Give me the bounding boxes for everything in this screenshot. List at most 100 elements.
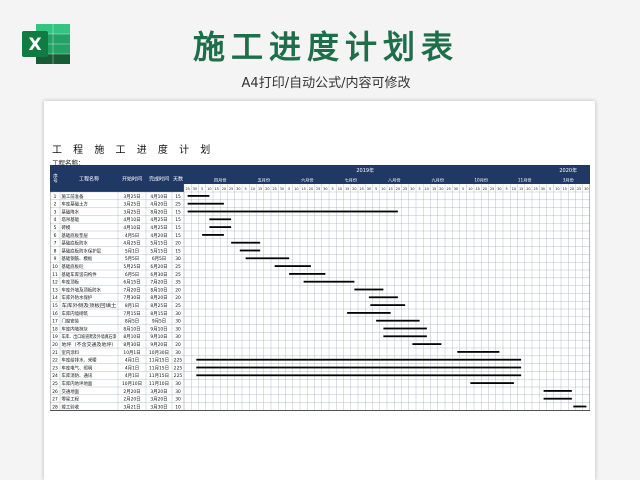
header-month: 四月份 <box>214 177 227 184</box>
gantt-bar <box>412 343 442 345</box>
day-tick: 25 <box>577 187 581 191</box>
table-row: 15 车库外侧及顶板回填土 8月1日 8月25日 25 <box>52 302 181 309</box>
spreadsheet-preview: 工 程 施 工 进 度 计 划 工程名称： 序号 工程名称 开始时间 完成时间 天数 20… <box>44 101 595 480</box>
table-row: 8 基础底板防水保护层 5月1日 5月15日 15 <box>54 247 181 254</box>
row-days: 225 <box>174 358 183 364</box>
row-end: 9月10日 <box>150 326 167 332</box>
table-row: 18 车库内墙抹灰 8月10日 9月10日 30 <box>52 325 181 332</box>
row-days: 20 <box>175 342 181 348</box>
day-tick: 5 <box>419 187 421 191</box>
row-days: 35 <box>175 280 181 286</box>
page-subtitle: A4打印/自动公式/内容可修改 <box>241 76 411 91</box>
row-days: 30 <box>175 381 181 387</box>
table-row: 20 地坪（不含交通及地坪） 8月30日 9月20日 20 <box>52 341 181 348</box>
gantt-bar <box>303 280 355 283</box>
day-tick: 20 <box>483 187 487 191</box>
row-end: 8月20日 <box>150 209 167 215</box>
row-name: 基础底板防水保护层 <box>62 247 102 254</box>
header-month: 七月份 <box>344 177 357 184</box>
row-start: 8月10日 <box>123 326 140 332</box>
day-tick: 15 <box>214 187 218 191</box>
row-start: 3月25日 <box>123 209 140 215</box>
table-row: 2 车库基础土方 3月25日 4月20日 25 <box>54 201 181 208</box>
row-end: 4月25日 <box>150 217 167 223</box>
row-seq: 22 <box>52 358 58 364</box>
gantt-bar <box>209 218 232 221</box>
row-seq: 17 <box>52 319 58 325</box>
row-end: 11月15日 <box>149 358 169 364</box>
day-tick: 10 <box>338 187 342 191</box>
day-tick: 30 <box>323 187 327 191</box>
gantt-bar <box>196 358 522 361</box>
row-days: 25 <box>175 264 181 270</box>
row-days: 20 <box>175 295 181 301</box>
day-tick: 10 <box>381 187 385 191</box>
row-seq: 23 <box>52 365 58 371</box>
day-tick: 5 <box>245 187 247 191</box>
row-seq: 18 <box>52 326 58 332</box>
day-tick: 20 <box>352 187 356 191</box>
row-end: 9月20日 <box>150 342 167 348</box>
table-row: 13 车库外墙及顶板防水 7月20日 8月10日 20 <box>52 286 181 293</box>
day-tick: 5 <box>375 187 377 191</box>
day-tick: 20 <box>439 187 443 191</box>
gantt-bar <box>354 288 384 291</box>
table-row: 17 门窗安装 8月5日 9月5日 30 <box>52 318 181 325</box>
gantt-bar <box>383 327 427 330</box>
row-seq: 2 <box>54 202 57 208</box>
row-end: 4月20日 <box>150 233 167 239</box>
gantt-bar <box>187 202 224 205</box>
row-start: 10月1日 <box>123 350 140 356</box>
row-end: 6月30日 <box>150 272 167 278</box>
row-seq: 4 <box>54 217 57 223</box>
row-end: 10月30日 <box>149 350 169 356</box>
row-name: 车库外墙及顶板防水 <box>62 286 102 293</box>
row-name: 车库消防、通讯 <box>62 372 93 379</box>
table-row: 24 车库消防、通讯 4月1日 11月15日 225 <box>52 372 182 379</box>
row-name: 车库内地坪地面 <box>62 380 93 387</box>
row-days: 225 <box>174 365 183 371</box>
header-start: 开始时间 <box>122 176 142 183</box>
day-tick: 20 <box>309 187 313 191</box>
header-month: 六月份 <box>301 177 314 184</box>
row-end: 3月20日 <box>150 389 167 395</box>
row-start: 3月25日 <box>123 194 140 200</box>
table-header: 序号 工程名称 开始时间 完成时间 天数 2019年 2020年四月份 五月份 六月份 七月份 八月… <box>50 165 590 192</box>
gantt-bar <box>274 265 311 267</box>
row-start: 7月15日 <box>123 311 140 317</box>
row-start: 6月15日 <box>123 280 140 286</box>
row-end: 6月20日 <box>150 264 167 270</box>
row-name: 车库基础土方 <box>62 201 89 208</box>
table-body: 1 施工前准备 3月25日 4月10日 15 2 车库基础土方 3月25日 4月20日 25 3 基础… <box>52 193 182 411</box>
gantt-bar <box>543 397 572 400</box>
day-tick: 10 <box>555 187 559 191</box>
table-row: 5 砖模 4月10日 4月25日 15 <box>54 224 181 231</box>
excel-logo-letter: X <box>28 35 41 55</box>
table-row: 6 基础底板垫层 4月5日 4月20日 15 <box>54 232 181 239</box>
row-seq: 11 <box>52 272 58 278</box>
table-row: 28 竣工验收 3月21日 3月30日 10 <box>52 403 181 410</box>
row-start: 7月20日 <box>123 287 140 293</box>
row-days: 20 <box>175 287 181 293</box>
gantt-bar <box>231 241 261 244</box>
row-name: 车库外防水保护 <box>62 294 93 301</box>
table-row: 3 基础降水 3月25日 8月20日 15 <box>54 208 181 215</box>
day-tick: 25 <box>272 187 276 191</box>
day-tick: 30 <box>454 187 458 191</box>
row-start: 10月10日 <box>122 381 142 387</box>
gantt-bar <box>376 319 420 322</box>
table-row: 26 交通地面 2月20日 3月20日 30 <box>52 388 181 395</box>
table-row: 25 车库内地坪地面 10月10日 11月10日 30 <box>52 380 181 387</box>
day-tick: 10 <box>512 187 516 191</box>
row-start: 4月25日 <box>123 241 140 247</box>
row-name: 竣工验收 <box>62 403 80 410</box>
day-tick: 20 <box>265 187 269 191</box>
row-end: 6月5日 <box>152 256 166 262</box>
gantt-bar <box>187 210 398 213</box>
day-tick: 15 <box>345 187 349 191</box>
row-name: 砖模 <box>62 224 71 231</box>
day-tick: 25 <box>533 187 537 191</box>
gantt-bar <box>187 195 210 197</box>
day-tick: 5 <box>288 187 290 191</box>
day-tick: 25 <box>403 187 407 191</box>
